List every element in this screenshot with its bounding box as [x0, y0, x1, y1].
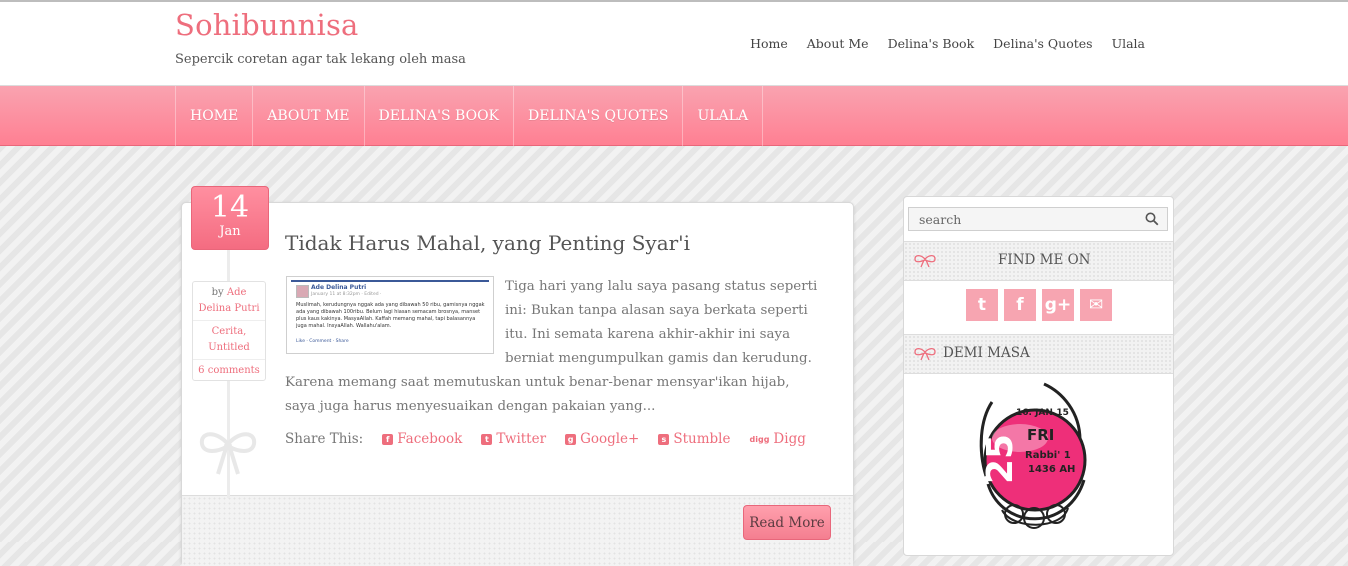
post-date-day: 14: [210, 190, 250, 225]
main-nav-about-me[interactable]: About Me: [253, 86, 365, 146]
top-nav: Home About Me Delina's Book Delina's Quo…: [750, 36, 1145, 51]
stumbleupon-icon: s: [658, 433, 670, 445]
main-nav-home[interactable]: Home: [176, 86, 254, 146]
post-author-link[interactable]: Ade Delina Putri: [198, 287, 259, 314]
search-box: [908, 207, 1168, 231]
calendar-gregorian: 16. JAN.15: [1016, 408, 1069, 418]
ribbon-bow-icon: [914, 254, 936, 268]
calendar-weekday: FRI: [1027, 426, 1054, 444]
widget-find-me-on-title: Find me on: [998, 252, 1091, 268]
share-bar: Share This: f Facebook t Twitter g Googl…: [285, 431, 806, 447]
post-author-row: by Ade Delina Putri: [193, 282, 265, 321]
widget-find-me-on: Find me on: [904, 241, 1173, 281]
post-categories-link[interactable]: Cerita, Untitled: [193, 321, 265, 360]
twitter-icon[interactable]: t: [966, 289, 998, 321]
post-title[interactable]: Tidak Harus Mahal, yang Penting Syar'i: [285, 231, 690, 255]
site-tagline: Sepercik coretan agar tak lekang oleh ma…: [175, 52, 466, 67]
thumbnail-avatar: [296, 285, 309, 298]
main-nav-delinas-quotes[interactable]: Delina's Quotes: [514, 86, 684, 146]
site-title[interactable]: Sohibunnisa: [175, 8, 359, 42]
author-prefix: by: [211, 287, 224, 298]
share-google-plus[interactable]: g Google+: [565, 431, 639, 447]
thumbnail-links: Like · Comment · Share: [296, 339, 349, 344]
share-twitter[interactable]: t Twitter: [481, 431, 546, 447]
share-twitter-label: Twitter: [496, 431, 547, 447]
top-nav-home[interactable]: Home: [750, 36, 788, 51]
google-plus-icon[interactable]: g+: [1042, 289, 1074, 321]
share-stumble-label: Stumble: [673, 431, 731, 447]
widget-demi-masa: Demi Masa: [904, 334, 1173, 374]
main-nav-delinas-book[interactable]: Delina's Book: [365, 86, 515, 146]
post-meta: by Ade Delina Putri Cerita, Untitled 6 c…: [192, 281, 266, 381]
email-icon[interactable]: ✉: [1080, 289, 1112, 321]
top-nav-delinas-quotes[interactable]: Delina's Quotes: [993, 36, 1092, 51]
calendar-hijri-day: 25: [980, 434, 1021, 484]
share-facebook-label: Facebook: [397, 431, 463, 447]
social-links: t f g+ ✉: [966, 289, 1112, 321]
search-icon[interactable]: [1145, 212, 1159, 226]
post-date-badge: 14 Jan: [191, 186, 269, 250]
widget-demi-masa-title: Demi Masa: [943, 345, 1030, 361]
hijri-calendar-widget: 16. JAN.15 25 FRI Rabbi' 1 1436 AH: [979, 382, 1087, 529]
share-facebook[interactable]: f Facebook: [382, 431, 462, 447]
thumbnail-meta: January 11 at 8:32pm · Edited ·: [311, 292, 382, 297]
facebook-icon: f: [382, 433, 394, 445]
calendar-hijri-year: 1436 AH: [1028, 464, 1075, 475]
twitter-icon: t: [481, 433, 493, 445]
share-label: Share This:: [285, 431, 364, 447]
top-nav-ulala[interactable]: Ulala: [1112, 36, 1145, 51]
search-input[interactable]: [909, 208, 1139, 230]
share-stumble[interactable]: s Stumble: [658, 431, 731, 447]
ribbon-bow-icon: [199, 432, 257, 475]
google-plus-icon: g: [565, 433, 577, 445]
calendar-hijri-month: Rabbi' 1: [1025, 450, 1071, 461]
main-nav-ulala[interactable]: Ulala: [683, 86, 764, 146]
share-digg[interactable]: digg Digg: [750, 431, 806, 447]
thumbnail-name: Ade Delina Putri: [311, 284, 367, 291]
ribbon-bow-icon: [914, 347, 936, 361]
share-digg-label: Digg: [773, 431, 806, 447]
post-thumbnail[interactable]: Ade Delina Putri January 11 at 8:32pm · …: [286, 276, 494, 354]
post-comments-link[interactable]: 6 comments: [193, 360, 265, 382]
thumbnail-text: Muslimah, kerudungnya nggak ada yang dib…: [296, 302, 485, 329]
top-nav-delinas-book[interactable]: Delina's Book: [888, 36, 975, 51]
facebook-icon[interactable]: f: [1004, 289, 1036, 321]
site-header: Sohibunnisa Sepercik coretan agar tak le…: [0, 0, 1348, 86]
digg-icon: digg: [749, 434, 770, 444]
read-more-button[interactable]: Read More: [743, 505, 831, 540]
post-date-month: Jan: [219, 224, 241, 239]
share-google-plus-label: Google+: [580, 431, 640, 447]
top-nav-about-me[interactable]: About Me: [807, 36, 869, 51]
main-nav: Home About Me Delina's Book Delina's Quo…: [0, 86, 1348, 146]
